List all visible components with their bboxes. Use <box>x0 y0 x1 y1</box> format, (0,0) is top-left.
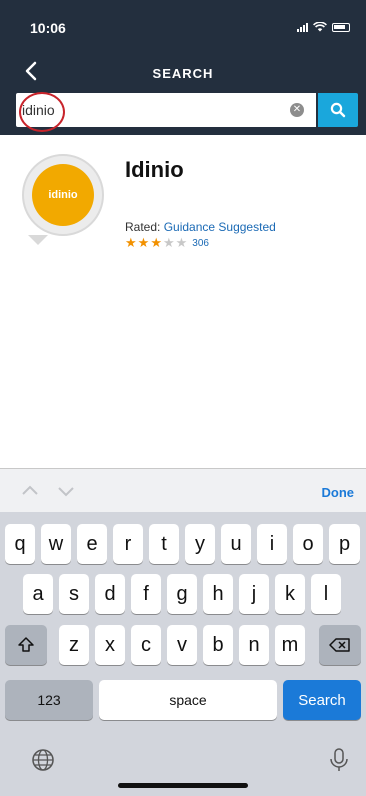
key-c[interactable]: c <box>131 625 161 665</box>
search-key[interactable]: Search <box>283 680 361 720</box>
backspace-icon <box>329 638 350 652</box>
rating-line: Rated: Guidance Suggested <box>125 220 276 234</box>
key-b[interactable]: b <box>203 625 233 665</box>
key-e[interactable]: e <box>77 524 107 564</box>
key-u[interactable]: u <box>221 524 251 564</box>
key-f[interactable]: f <box>131 574 161 614</box>
wifi-icon <box>313 22 327 32</box>
home-indicator[interactable] <box>118 783 248 788</box>
numbers-key[interactable]: 123 <box>5 680 93 720</box>
app-header: 10:06 SEARCH ✕ <box>0 0 366 135</box>
highlight-circle <box>19 92 65 132</box>
chevron-down-icon[interactable] <box>56 481 76 501</box>
rated-value: Guidance Suggested <box>163 220 276 234</box>
key-z[interactable]: z <box>59 625 89 665</box>
key-j[interactable]: j <box>239 574 269 614</box>
key-o[interactable]: o <box>293 524 323 564</box>
skill-icon: idinio <box>22 154 104 236</box>
key-a[interactable]: a <box>23 574 53 614</box>
space-key[interactable]: space <box>99 680 277 720</box>
keyboard: Done q w e r t y u i o p a s d f g h j k… <box>0 468 366 796</box>
search-result-item[interactable]: idinio Idinio Rated: Guidance Suggested … <box>0 135 366 255</box>
star-icon: ★ <box>137 235 150 250</box>
key-q[interactable]: q <box>5 524 35 564</box>
signal-icon <box>297 22 308 32</box>
key-n[interactable]: n <box>239 625 269 665</box>
key-h[interactable]: h <box>203 574 233 614</box>
key-k[interactable]: k <box>275 574 305 614</box>
key-p[interactable]: p <box>329 524 360 564</box>
key-x[interactable]: x <box>95 625 125 665</box>
star-icon: ★ <box>150 235 162 250</box>
skill-logo: idinio <box>32 164 94 226</box>
key-v[interactable]: v <box>167 625 197 665</box>
delete-key[interactable] <box>319 625 361 665</box>
speech-bubble-tail <box>28 235 48 245</box>
status-time: 10:06 <box>30 20 66 36</box>
search-icon <box>330 102 346 118</box>
key-s[interactable]: s <box>59 574 89 614</box>
shift-key[interactable] <box>5 625 47 665</box>
key-d[interactable]: d <box>95 574 125 614</box>
skill-name: Idinio <box>125 157 184 182</box>
key-y[interactable]: y <box>185 524 215 564</box>
done-button[interactable]: Done <box>322 485 355 500</box>
chevron-up-icon[interactable] <box>20 481 40 501</box>
star-icon: ★ <box>175 235 188 250</box>
key-i[interactable]: i <box>257 524 287 564</box>
key-r[interactable]: r <box>113 524 143 564</box>
status-icons <box>297 22 350 32</box>
page-title: SEARCH <box>152 66 214 81</box>
review-count: 306 <box>192 237 209 249</box>
shift-icon <box>18 637 34 652</box>
globe-icon[interactable] <box>30 747 56 773</box>
key-t[interactable]: t <box>149 524 179 564</box>
keyboard-accessory-bar: Done <box>0 468 366 512</box>
key-w[interactable]: w <box>41 524 71 564</box>
star-rating: ★ ★ ★ ★ ★ 306 <box>125 235 209 251</box>
battery-icon <box>332 22 350 32</box>
key-m[interactable]: m <box>275 625 305 665</box>
close-icon: ✕ <box>292 104 302 115</box>
star-icon: ★ <box>162 235 175 250</box>
microphone-icon[interactable] <box>328 747 350 773</box>
search-button[interactable] <box>318 93 358 127</box>
key-l[interactable]: l <box>311 574 341 614</box>
clear-search-button[interactable]: ✕ <box>290 103 304 117</box>
rated-label: Rated: <box>125 220 161 234</box>
key-g[interactable]: g <box>167 574 197 614</box>
skill-logo-text: idinio <box>48 189 78 201</box>
star-icon: ★ <box>125 235 137 250</box>
